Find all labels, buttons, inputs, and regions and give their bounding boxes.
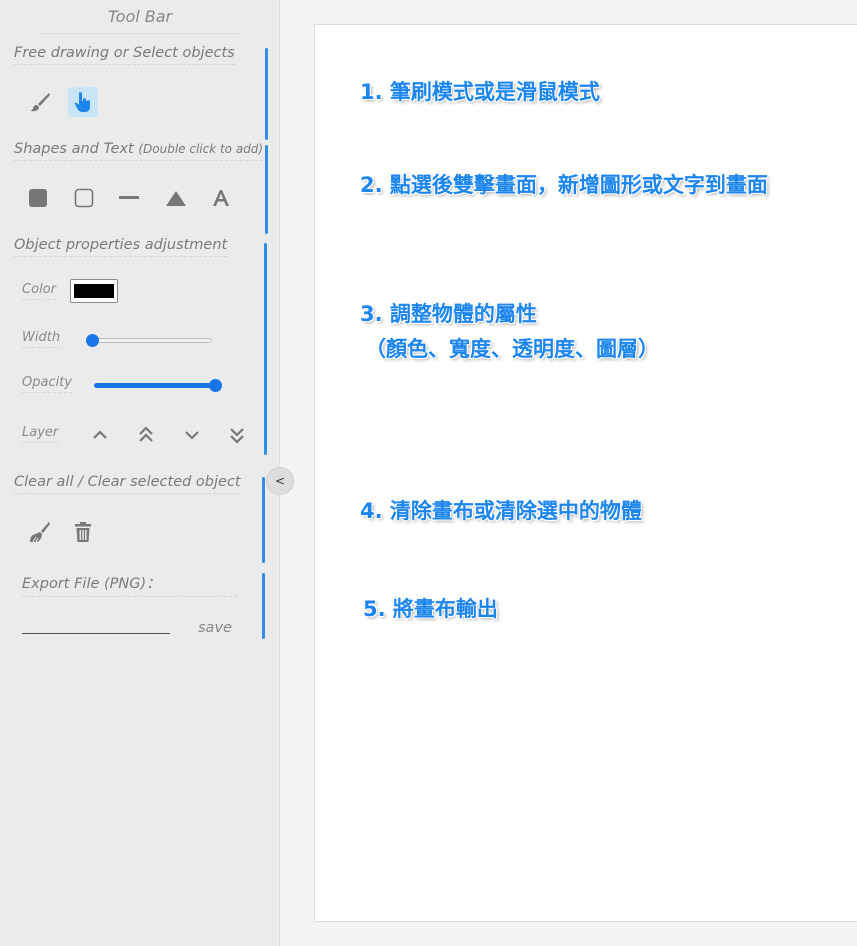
canvas-note-5[interactable]: 5. 將畫布輸出 — [363, 593, 498, 623]
sweep-brush-icon[interactable] — [26, 518, 54, 546]
canvas-note-1[interactable]: 1. 筆刷模式或是滑鼠模式 — [360, 76, 600, 106]
save-button[interactable]: save — [198, 620, 232, 636]
canvas-note-3-detail[interactable]: （顏色、寬度、透明度、圖層） — [365, 333, 659, 363]
double-chevron-down-icon[interactable] — [226, 424, 248, 446]
section-divider-bar — [265, 48, 268, 140]
color-label: Color — [22, 282, 56, 300]
opacity-slider-track[interactable] — [94, 383, 220, 388]
double-chevron-up-icon[interactable] — [135, 424, 157, 446]
width-slider-track[interactable] — [86, 338, 212, 343]
section-divider-bar — [265, 145, 268, 234]
color-picker[interactable] — [70, 279, 118, 303]
text-icon[interactable] — [209, 186, 233, 210]
canvas-note-4[interactable]: 4. 清除畫布或清除選中的物體 — [360, 495, 642, 525]
section-title-draw-select: Free drawing or Select objects — [14, 45, 235, 65]
canvas-note-3[interactable]: 3. 調整物體的屬性 — [360, 298, 537, 328]
line-icon[interactable] — [117, 186, 141, 210]
section-title-properties: Object properties adjustment — [14, 237, 228, 257]
opacity-label: Opacity — [22, 375, 73, 393]
chevron-down-icon[interactable] — [181, 424, 203, 446]
export-filename-input[interactable] — [22, 633, 170, 634]
collapse-toolbar-button[interactable]: < — [266, 467, 294, 495]
outline-square-icon[interactable] — [72, 186, 96, 210]
chevron-up-icon[interactable] — [89, 424, 111, 446]
color-swatch-fill — [74, 284, 114, 298]
width-slider-thumb[interactable] — [86, 334, 99, 347]
triangle-icon[interactable] — [164, 186, 188, 210]
shapes-text-title: Shapes and Text — [14, 141, 134, 157]
width-label: Width — [22, 330, 61, 348]
tool-bar: Tool Bar Free drawing or Select objects … — [0, 0, 280, 946]
section-divider-bar — [264, 243, 267, 455]
opacity-slider-thumb[interactable] — [209, 379, 222, 392]
app: Tool Bar Free drawing or Select objects … — [0, 0, 857, 946]
section-divider-bar — [262, 477, 265, 563]
tool-bar-title: Tool Bar — [40, 7, 240, 34]
brush-icon[interactable] — [26, 88, 54, 116]
section-title-export: Export File (PNG)： — [22, 572, 237, 597]
pointer-hand-icon[interactable] — [68, 87, 98, 117]
section-title-clear: Clear all / Clear selected object — [14, 474, 241, 494]
canvas-note-2[interactable]: 2. 點選後雙擊畫面，新增圖形或文字到畫面 — [360, 169, 768, 199]
filled-square-icon[interactable] — [26, 186, 50, 210]
drawing-canvas[interactable]: 1. 筆刷模式或是滑鼠模式 2. 點選後雙擊畫面，新增圖形或文字到畫面 3. 調… — [314, 24, 857, 922]
section-divider-bar — [262, 573, 265, 639]
shapes-text-hint: (Double click to add) — [138, 142, 264, 156]
layer-label: Layer — [22, 425, 59, 443]
trash-icon[interactable] — [71, 519, 95, 545]
section-title-shapes-text: Shapes and Text (Double click to add) — [14, 141, 264, 161]
